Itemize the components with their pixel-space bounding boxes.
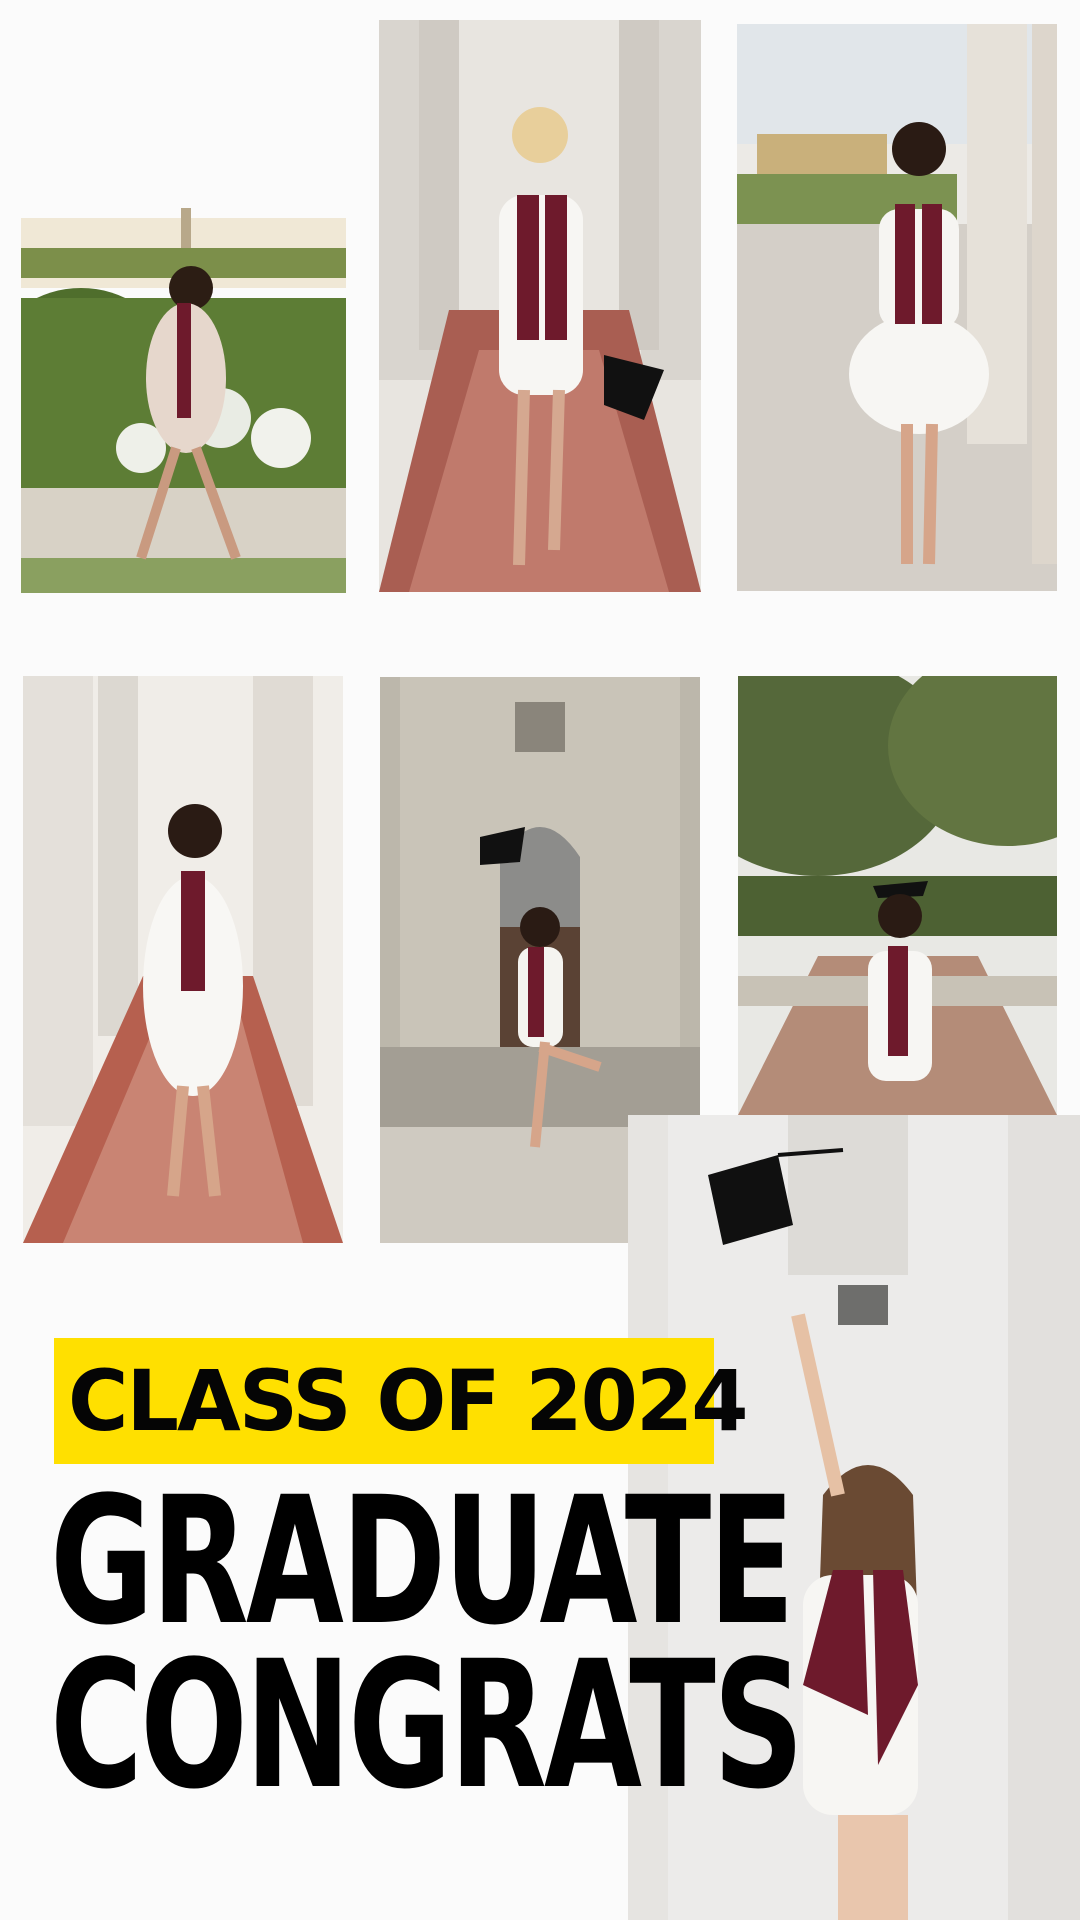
class-badge: CLASS OF 2024	[54, 1338, 749, 1464]
photo-corridor-back	[23, 676, 343, 1243]
headline-congrats: CONGRATS	[50, 1623, 804, 1828]
photo-colonnade-walk	[379, 20, 701, 592]
photo-garden-walk	[21, 18, 346, 593]
photo-trees-cap	[738, 676, 1057, 1115]
class-badge-text: CLASS OF 2024	[68, 1352, 749, 1450]
photo-column-pose	[737, 24, 1057, 591]
